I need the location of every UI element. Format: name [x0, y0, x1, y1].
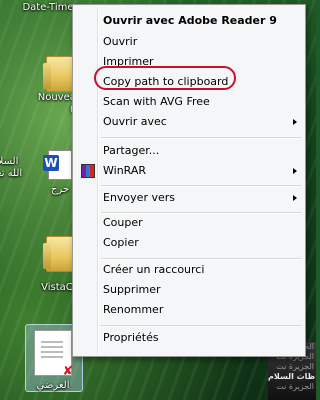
menu-item-label: Supprimer [103, 283, 161, 296]
menu-item-label: Envoyer vers [103, 191, 175, 204]
menu-item-properties[interactable]: Propriétés [75, 328, 303, 348]
red-highlight-ellipse [94, 66, 236, 90]
menu-item-label: WinRAR [103, 164, 147, 177]
submenu-arrow-icon [293, 119, 297, 125]
winrar-icon [81, 164, 95, 178]
context-menu: Ouvrir avec Adobe Reader 9 Ouvrir Imprim… [72, 4, 306, 357]
menu-item-label: Renommer [103, 303, 164, 316]
menu-item-label: Créer un raccourci [103, 263, 205, 276]
menu-item-send-to[interactable]: Envoyer vers [75, 188, 303, 208]
gadget-line: الجزيرة نت [276, 382, 314, 391]
menu-item-create-shortcut[interactable]: Créer un raccourci [75, 260, 303, 280]
menu-separator [101, 185, 301, 187]
menu-item-label: Ouvrir avec [103, 115, 167, 128]
menu-item-winrar[interactable]: WinRAR [75, 161, 303, 181]
menu-item-rename[interactable]: Renommer [75, 300, 303, 320]
menu-item-label: Ouvrir [103, 35, 138, 48]
menu-item-label: Ouvrir avec Adobe Reader 9 [103, 14, 277, 27]
menu-separator [101, 137, 301, 139]
desktop-icon-label: Date-Time [22, 2, 74, 13]
menu-item-share[interactable]: Partager... [75, 141, 303, 161]
menu-item-label: Scan with AVG Free [103, 95, 210, 108]
menu-item-open-with[interactable]: Ouvrir avec [75, 112, 303, 132]
menu-item-label: Partager... [103, 144, 160, 157]
folder-icon [43, 56, 74, 92]
desktop-icon-label: العرضي [36, 380, 70, 391]
pdf-file-icon: ✘ [34, 330, 73, 379]
menu-item-open[interactable]: Ouvrir [75, 32, 303, 52]
menu-item-delete[interactable]: Supprimer [75, 280, 303, 300]
menu-separator [101, 325, 301, 327]
desktop-icon-datetime[interactable]: Date-Time [18, 2, 78, 14]
submenu-arrow-icon [293, 195, 297, 201]
menu-item-open-with-adobe-reader[interactable]: Ouvrir avec Adobe Reader 9 [75, 11, 303, 31]
menu-item-label: Propriétés [103, 331, 159, 344]
menu-item-label: Couper [103, 216, 143, 229]
submenu-arrow-icon [293, 168, 297, 174]
gadget-line: الجزيرة نت [276, 362, 314, 371]
gadget-headline: ظات السلام [268, 372, 316, 381]
menu-item-copy[interactable]: Copier [75, 233, 303, 253]
folder-icon [43, 236, 74, 272]
menu-item-label: Copier [103, 236, 139, 249]
menu-item-cut[interactable]: Couper [75, 213, 303, 233]
word-document-icon: W [43, 150, 72, 180]
menu-item-scan-avg[interactable]: Scan with AVG Free [75, 92, 303, 112]
